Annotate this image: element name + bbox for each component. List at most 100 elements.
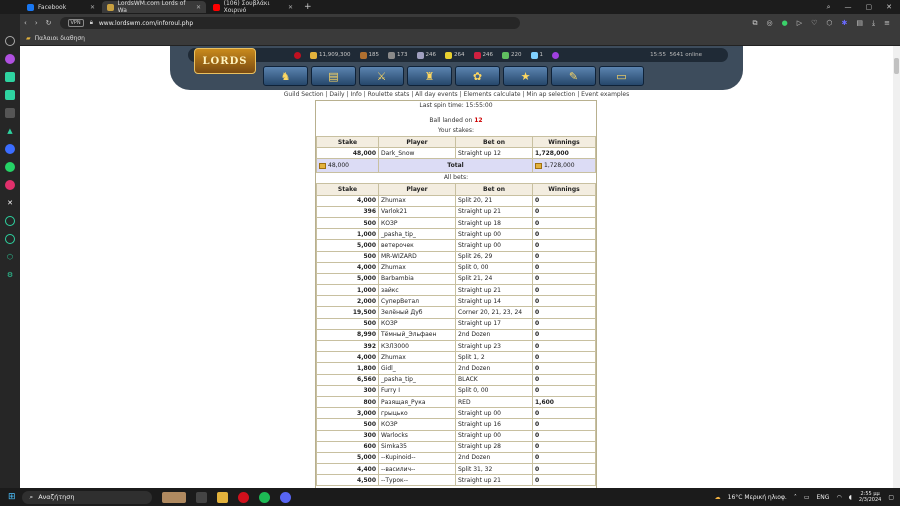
close-icon[interactable]: ✕ xyxy=(196,4,201,11)
player-link[interactable]: КЗЛ3000 xyxy=(378,339,456,353)
page-scrollbar[interactable] xyxy=(893,46,900,488)
cube-icon[interactable]: ⬡ xyxy=(5,252,15,262)
health-heart-icon[interactable] xyxy=(294,51,301,59)
heart-icon[interactable]: ♡ xyxy=(811,19,817,28)
mana-orb-icon[interactable] xyxy=(552,51,559,59)
tab-youtube[interactable]: (106) Σουβλάκι Χοιρινό ✕ xyxy=(208,0,298,14)
player-link[interactable]: Zhumax xyxy=(378,351,456,364)
close-icon[interactable]: ✕ xyxy=(90,4,95,11)
forum-button[interactable]: ✎ xyxy=(551,66,596,86)
player-link[interactable]: зайкс xyxy=(378,284,456,297)
submenu-guild-section[interactable]: Guild Section xyxy=(284,91,324,98)
map-button[interactable]: ▤ xyxy=(311,66,356,86)
speed-dial-icon[interactable] xyxy=(5,36,15,46)
scrollbar-thumb[interactable] xyxy=(894,58,899,74)
box-icon[interactable]: ⬡ xyxy=(826,19,832,28)
clock[interactable]: 2:55 μμ 2/3/2024 xyxy=(859,491,881,503)
player-link[interactable]: Зелёный Дуб xyxy=(378,306,456,319)
player-link[interactable]: MR-WIZARD xyxy=(378,250,456,263)
task-view-icon[interactable] xyxy=(195,491,207,503)
player-link[interactable]: Simka35 xyxy=(378,440,456,453)
submenu-min-ap-selection[interactable]: Min ap selection xyxy=(526,91,575,98)
player-link[interactable]: _pasha_tip_ xyxy=(378,373,456,386)
player-link[interactable]: --василич-- xyxy=(378,463,456,476)
player-link[interactable]: Zhumax xyxy=(378,194,456,207)
camera-icon[interactable]: ◎ xyxy=(767,19,773,28)
lang-indicator[interactable]: ENG xyxy=(817,494,830,501)
player-link[interactable]: ветерочек xyxy=(378,239,456,252)
search-icon[interactable]: ⌕ xyxy=(827,3,831,12)
play-icon[interactable]: ▷ xyxy=(797,19,802,28)
close-icon[interactable]: ✕ xyxy=(288,4,293,11)
player-link[interactable]: КОЗР xyxy=(378,216,456,230)
player-link[interactable]: КОЗР xyxy=(378,317,456,330)
submenu-elements-calculate[interactable]: Elements calculate xyxy=(464,91,521,98)
chat-button[interactable]: ▭ xyxy=(599,66,644,86)
instagram-icon[interactable] xyxy=(5,180,15,190)
player-link[interactable]: Zhumax xyxy=(378,261,456,274)
minimize-icon[interactable]: — xyxy=(845,3,852,12)
extensions-icon[interactable]: ✱ xyxy=(842,19,848,28)
arc-icon[interactable]: ▲ xyxy=(5,126,15,136)
player-link[interactable]: _pasha_tip_ xyxy=(378,228,456,241)
back-icon[interactable]: ‹ xyxy=(24,19,27,27)
close-window-icon[interactable]: ✕ xyxy=(886,3,892,12)
tab-lordswm[interactable]: LordsWM.com Lords of Wa ✕ xyxy=(102,0,206,14)
url-field[interactable]: VPN 🔒︎ www.lordswm.com/inforoul.php xyxy=(59,17,520,29)
bookmarks-icon[interactable] xyxy=(5,108,15,118)
history-icon[interactable] xyxy=(5,234,15,244)
player-link[interactable]: Furry I xyxy=(378,384,456,397)
sidebar-icon[interactable]: ▤ xyxy=(856,19,863,28)
weather-text[interactable]: 16°C Μερική ηλιοφ. xyxy=(728,494,787,501)
player-link[interactable]: Warlocks xyxy=(378,429,456,442)
player-link[interactable]: Barbambia xyxy=(378,272,456,286)
player-link[interactable]: Dark_Snow xyxy=(378,147,456,160)
wifi-icon[interactable]: ◠ xyxy=(836,494,841,501)
player-link[interactable]: Тёмный_Эльфаен xyxy=(378,328,456,342)
tab-facebook[interactable]: Facebook ✕ xyxy=(22,1,100,13)
player-icon[interactable] xyxy=(5,216,15,226)
player-link[interactable]: Gidl_ xyxy=(378,362,456,375)
player-link[interactable]: Разящая_Рука xyxy=(378,395,456,409)
twitch-icon[interactable] xyxy=(5,72,15,82)
whatsapp-icon[interactable] xyxy=(5,162,15,172)
bookmark-folder[interactable]: Παλαιοι διαθηση xyxy=(35,35,85,42)
castle-widget-icon[interactable] xyxy=(161,491,186,503)
submenu-daily[interactable]: Daily xyxy=(329,91,344,98)
reload-icon[interactable]: ↻ xyxy=(46,19,52,27)
tavern-button[interactable]: ♜ xyxy=(407,66,452,86)
forward-icon[interactable]: › xyxy=(35,19,38,27)
download-icon[interactable]: ⤓ xyxy=(872,19,875,28)
translate-icon[interactable]: ⧉ xyxy=(753,19,758,28)
player-link[interactable]: СуперВетал xyxy=(378,295,456,308)
roulette-button[interactable]: ✿ xyxy=(455,66,500,86)
file-explorer-icon[interactable] xyxy=(216,491,228,503)
opera-icon[interactable] xyxy=(237,491,249,503)
submenu-info[interactable]: Info xyxy=(350,91,361,98)
menu-icon[interactable]: ≡ xyxy=(884,19,890,28)
taskbar-search[interactable]: ⌕ Αναζήτηση xyxy=(21,490,152,504)
player-link[interactable]: КОЗР xyxy=(378,418,456,431)
vpn-badge[interactable]: VPN xyxy=(67,19,84,27)
maximize-icon[interactable]: ▢ xyxy=(866,3,873,12)
spotify-icon[interactable] xyxy=(258,491,270,503)
settings-icon[interactable]: ⚙ xyxy=(5,270,15,280)
network-icon[interactable]: ▭ xyxy=(804,494,810,501)
player-link[interactable]: Varlok21 xyxy=(378,205,456,218)
aria-icon[interactable] xyxy=(5,54,15,64)
character-button[interactable]: ♞ xyxy=(263,66,308,86)
submenu-all-day-events[interactable]: All day events xyxy=(415,91,458,98)
x-icon[interactable]: ✕ xyxy=(5,198,15,208)
shield-icon[interactable]: ● xyxy=(782,19,788,28)
rating-button[interactable]: ★ xyxy=(503,66,548,86)
player-link[interactable]: грыцько xyxy=(378,407,456,420)
submenu-roulette-stats[interactable]: Roulette stats xyxy=(368,91,410,98)
battles-button[interactable]: ⚔ xyxy=(359,66,404,86)
submenu-event-examples[interactable]: Event examples xyxy=(581,91,629,98)
windows-start-icon[interactable]: ⊞ xyxy=(8,492,16,502)
new-tab-button[interactable]: + xyxy=(304,2,312,12)
game-logo[interactable]: LORDS xyxy=(194,48,256,74)
messenger-icon[interactable] xyxy=(5,144,15,154)
notifications-icon[interactable]: ▢ xyxy=(888,494,894,501)
volume-icon[interactable]: ◖ xyxy=(849,494,852,501)
